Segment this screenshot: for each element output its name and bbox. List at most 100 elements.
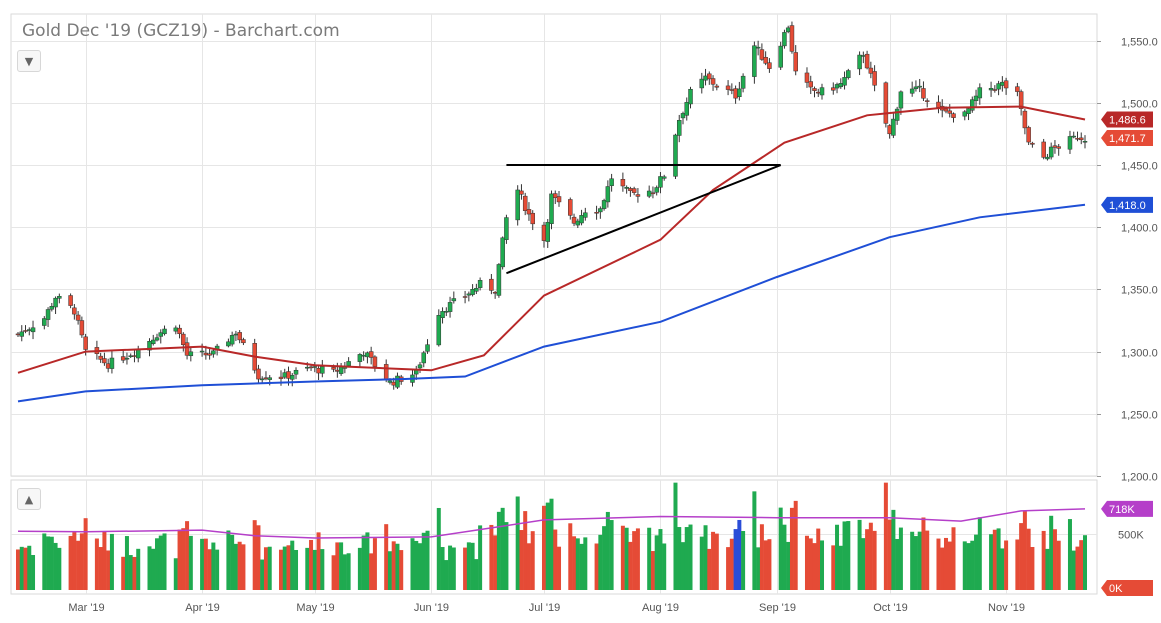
volume-bar — [632, 531, 637, 590]
volume-bar — [448, 545, 453, 590]
volume-bar — [673, 482, 678, 590]
volume-bar — [553, 529, 558, 590]
volume-bar — [94, 538, 99, 590]
volume-bar — [598, 534, 603, 590]
volume-bar — [177, 529, 182, 590]
volume-bar — [399, 550, 404, 590]
volume-bar — [966, 543, 971, 590]
volume-bar — [628, 541, 633, 590]
volume-bar — [782, 524, 787, 590]
candle-body — [707, 73, 712, 80]
volume-bar — [711, 531, 716, 590]
candle-body — [451, 298, 457, 302]
volume-bar — [128, 555, 133, 590]
candle-body — [1075, 138, 1080, 140]
volume-bar — [384, 524, 389, 590]
candle-body — [624, 186, 629, 189]
x-tick-label: May '19 — [296, 602, 334, 614]
volume-bar — [680, 542, 685, 590]
volume-bar — [316, 532, 321, 590]
volume-bar — [733, 529, 738, 590]
volume-bar — [741, 531, 746, 590]
volume-bar — [357, 547, 362, 590]
candle-body — [338, 366, 344, 374]
candle-body — [27, 329, 32, 331]
candle-body — [387, 380, 393, 383]
candle-body — [124, 357, 130, 360]
volume-bar — [1071, 550, 1076, 590]
volume-bar — [1052, 529, 1057, 590]
candle-body — [1082, 141, 1088, 143]
volume-bar — [42, 533, 47, 590]
candle-body — [496, 264, 502, 296]
candle-body — [1030, 142, 1035, 145]
volume-bar — [1083, 535, 1087, 590]
candle-body — [1041, 141, 1046, 158]
volume-bar — [263, 547, 268, 590]
volume-bar — [526, 543, 531, 590]
volume-bar — [752, 491, 757, 590]
volume-bar — [346, 553, 351, 590]
candle-body — [109, 357, 115, 369]
volume-bar — [496, 511, 501, 590]
candle-body — [605, 186, 611, 203]
volume-bar — [1067, 519, 1072, 590]
volume-bar — [173, 558, 178, 590]
volume-bar — [72, 532, 77, 590]
volume-bar — [294, 549, 299, 590]
candle-body — [1056, 146, 1061, 149]
volume-bar — [207, 549, 212, 590]
candle-body — [631, 188, 637, 193]
price-last-tag-label: 1,471.7 — [1109, 133, 1146, 145]
candle-body — [466, 293, 472, 296]
volume-bar — [158, 535, 163, 590]
volume-bar — [215, 549, 220, 590]
volume-bar — [305, 547, 310, 590]
volume-bar — [489, 524, 494, 590]
candle-body — [635, 194, 641, 197]
volume-bar — [786, 541, 791, 590]
candle-body — [1022, 110, 1028, 129]
candle-body — [872, 71, 877, 86]
volume-bar — [211, 542, 216, 590]
volume-bar — [970, 540, 975, 590]
candle-body — [504, 217, 509, 240]
volume-bar — [451, 547, 456, 590]
volume-bar — [23, 547, 28, 590]
volume-bar — [962, 541, 967, 590]
volume-bar — [756, 547, 761, 590]
candle-body — [278, 376, 284, 379]
candle-body — [259, 378, 265, 381]
chart-canvas: Mar '19 Apr '19 May '19 Jun '19 Jul '19 Aug '… — [10, 13, 1158, 614]
collapse-main-panel-button[interactable]: ▼ — [17, 50, 41, 72]
candle-body — [357, 354, 363, 362]
volume-bar — [147, 546, 152, 590]
volume-bar — [947, 541, 952, 590]
volume-bar — [1004, 540, 1009, 590]
volume-bar — [1000, 548, 1005, 590]
collapse-volume-panel-button[interactable]: ▲ — [17, 488, 41, 510]
candle-body — [282, 372, 287, 378]
volume-bar — [278, 549, 283, 590]
candle-body — [571, 216, 577, 224]
volume-bar — [737, 519, 742, 590]
candle-body — [943, 108, 949, 112]
candle-body — [1045, 156, 1050, 160]
volume-bar — [1079, 540, 1084, 590]
volume-bar — [714, 533, 719, 590]
candle-body — [286, 371, 291, 379]
candle-body — [241, 339, 246, 344]
candle-body — [181, 333, 186, 345]
volume-bar — [136, 548, 141, 590]
price-ma_fast-tag-label: 1,486.6 — [1109, 115, 1146, 127]
candle-body — [838, 83, 844, 88]
candle-body — [233, 333, 239, 336]
candle-body — [913, 86, 919, 90]
volume-bar — [162, 533, 167, 590]
volume-bar — [936, 538, 941, 590]
candle-body — [924, 100, 930, 102]
candle-body — [331, 367, 336, 370]
volume-bar — [418, 543, 423, 590]
volume-bar — [842, 521, 847, 590]
volume-bar — [910, 531, 915, 590]
